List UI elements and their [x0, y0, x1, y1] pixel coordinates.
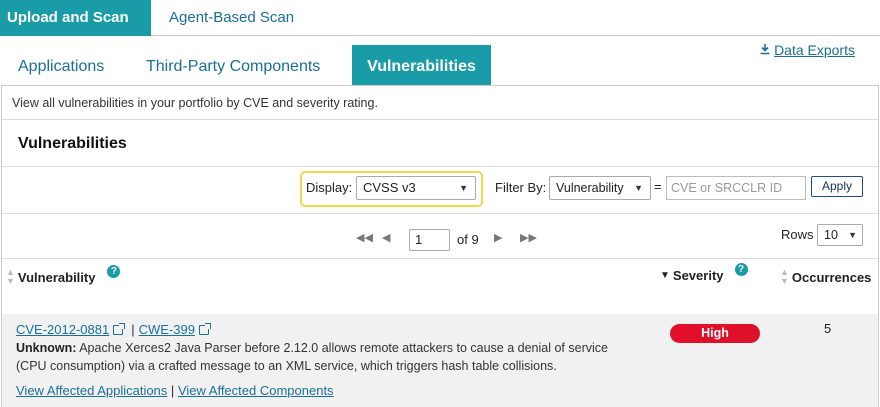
description-prefix: Unknown:	[16, 341, 77, 355]
tab-vulnerabilities[interactable]: Vulnerabilities	[352, 45, 491, 85]
column-occurrences-label: Occurrences	[791, 269, 872, 285]
equals-sign: =	[654, 179, 662, 194]
divider	[2, 213, 878, 214]
view-affected-applications-link[interactable]: View Affected Applications	[16, 383, 167, 398]
cve-links: CVE-2012-0881 | CWE-399	[16, 322, 211, 337]
affected-links: View Affected Applications | View Affect…	[16, 383, 334, 398]
display-select[interactable]: CVSS v3 ▼	[356, 176, 476, 200]
first-page-icon[interactable]: ◀◀	[356, 231, 373, 244]
link-separator: |	[131, 322, 135, 337]
data-exports-link[interactable]: Data Exports	[759, 42, 855, 58]
sort-icon: ▲ ▼	[6, 267, 15, 286]
download-icon	[759, 42, 771, 58]
page-number-input[interactable]: 1	[409, 229, 450, 251]
external-link-icon[interactable]	[113, 322, 126, 335]
prev-page-icon[interactable]: ◀	[382, 231, 390, 244]
tab-applications[interactable]: Applications	[18, 45, 104, 85]
filter-by-select[interactable]: Vulnerability ▼	[549, 176, 651, 200]
display-select-value: CVSS v3	[363, 180, 416, 195]
help-icon[interactable]: ?	[107, 264, 121, 278]
rows-select[interactable]: 10 ▼	[817, 224, 863, 246]
last-page-icon[interactable]: ▶▶	[520, 231, 537, 244]
cwe-link[interactable]: CWE-399	[139, 322, 195, 337]
divider	[2, 258, 878, 259]
column-severity-label: Severity	[672, 268, 724, 283]
next-page-icon[interactable]: ▶	[494, 231, 502, 244]
caret-down-icon: ▼	[634, 183, 643, 193]
tab-upload-and-scan[interactable]: Upload and Scan	[0, 0, 151, 36]
tab-third-party-components[interactable]: Third-Party Components	[146, 45, 320, 85]
help-icon[interactable]: ?	[734, 263, 748, 276]
rows-select-value: 10	[824, 228, 838, 242]
view-affected-components-link[interactable]: View Affected Components	[178, 383, 334, 398]
section-title: Vulnerabilities	[18, 135, 127, 152]
cve-link[interactable]: CVE-2012-0881	[16, 322, 109, 337]
column-header-severity[interactable]: ▼ Severity ?	[660, 263, 748, 283]
column-header-vulnerability[interactable]: ▲ ▼ Vulnerability ?	[6, 264, 121, 286]
link-separator: |	[170, 383, 175, 398]
filter-by-label: Filter By:	[495, 180, 547, 195]
data-exports-label: Data Exports	[774, 42, 855, 58]
search-placeholder: CVE or SRCCLR ID	[671, 181, 783, 195]
display-label: Display:	[306, 180, 353, 195]
external-link-icon[interactable]	[198, 322, 211, 335]
panel-description: View all vulnerabilities in your portfol…	[12, 96, 378, 110]
sort-icon: ▲ ▼	[780, 267, 789, 286]
divider	[2, 166, 878, 167]
sort-desc-icon: ▼	[660, 270, 670, 281]
caret-down-icon: ▼	[848, 230, 857, 240]
vulnerability-description: Unknown: Apache Xerces2 Java Parser befo…	[16, 339, 636, 375]
divider	[2, 119, 878, 120]
rows-label: Rows	[781, 227, 814, 242]
description-text: Apache Xerces2 Java Parser before 2.12.0…	[16, 341, 608, 373]
occurrences-count: 5	[824, 321, 832, 336]
column-header-occurrences[interactable]: ▲ ▼ Occurrences	[780, 268, 871, 286]
severity-badge: High	[670, 324, 760, 343]
page-total-label: of 9	[457, 232, 479, 247]
caret-down-icon: ▼	[459, 183, 468, 193]
column-vulnerability-label: Vulnerability	[17, 269, 96, 285]
tab-agent-based-scan[interactable]: Agent-Based Scan	[169, 0, 294, 36]
search-input[interactable]: CVE or SRCCLR ID	[666, 176, 806, 200]
apply-button[interactable]: Apply	[811, 176, 863, 197]
filter-by-select-value: Vulnerability	[556, 181, 624, 195]
